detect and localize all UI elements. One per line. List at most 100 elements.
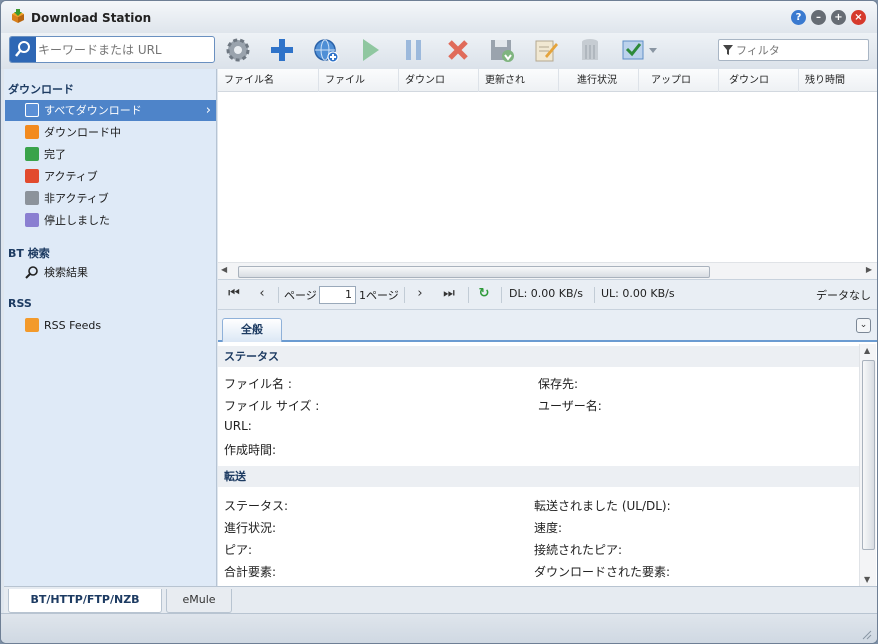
col-progress[interactable]: 進行状況	[559, 69, 639, 92]
downloaded-pieces-label: ダウンロードされた要素:	[534, 565, 671, 579]
details-panel: ステータス ファイル名 : 保存先: ファイル サイズ : ユーザー名: URL…	[218, 344, 859, 586]
col-filesize[interactable]: ファイル	[319, 69, 399, 92]
scrollbar-thumb[interactable]	[238, 266, 710, 278]
transfer-status-label: ステータス:	[224, 499, 289, 513]
connected-peers-label: 接続されたピア:	[534, 543, 623, 557]
sidebar-item-completed[interactable]: 完了	[5, 144, 216, 165]
scroll-right-icon[interactable]: ▶	[866, 265, 872, 274]
chevron-right-icon: ›	[205, 103, 211, 118]
minimize-icon[interactable]: –	[811, 10, 826, 25]
col-updated[interactable]: 更新され	[479, 69, 559, 92]
add-icon[interactable]	[267, 35, 297, 65]
scrollbar-thumb[interactable]	[862, 360, 875, 550]
sidebar-item-active[interactable]: アクティブ	[5, 166, 216, 187]
list-icon	[25, 103, 39, 117]
search-input[interactable]	[38, 40, 208, 59]
pause-icon[interactable]	[399, 35, 429, 65]
vertical-scrollbar[interactable]: ▲ ▼	[859, 344, 876, 586]
sidebar-item-label: 検索結果	[44, 266, 88, 279]
url-label: URL:	[224, 419, 252, 433]
magnifier-icon	[25, 266, 38, 279]
sidebar-item-inactive[interactable]: 非アクティブ	[5, 188, 216, 209]
username-label: ユーザー名:	[538, 399, 602, 413]
status-bar	[1, 613, 877, 643]
total-pages-label: 1ページ	[359, 289, 399, 302]
filter-funnel-icon	[723, 45, 733, 55]
destination-label: 保存先:	[538, 377, 579, 391]
maximize-icon[interactable]: +	[831, 10, 846, 25]
sidebar-item-label: RSS Feeds	[44, 319, 102, 332]
page-label: ページ	[284, 289, 317, 302]
collapse-panel-icon[interactable]: ⌄	[856, 318, 871, 333]
upload-speed-label: UL: 0.00 KB/s	[601, 287, 675, 300]
sidebar-item-downloading[interactable]: ダウンロード中	[5, 122, 216, 143]
first-page-icon[interactable]: ⏮	[225, 285, 243, 303]
download-speed-label: DL: 0.00 KB/s	[509, 287, 583, 300]
filesize-label: ファイル サイズ :	[224, 399, 320, 413]
help-icon[interactable]: ?	[791, 10, 806, 25]
filter-box[interactable]	[718, 39, 869, 61]
title-bar: Download Station ? – + ×	[1, 1, 877, 33]
search-box[interactable]	[9, 36, 215, 63]
download-station-window: Download Station ? – + × ダウンロード すべ	[0, 0, 878, 644]
scroll-left-icon[interactable]: ◀	[221, 265, 227, 274]
total-pieces-label: 合計要素:	[224, 565, 277, 579]
next-page-icon[interactable]: ›	[411, 285, 429, 303]
sidebar: ダウンロード すべてダウンロード › ダウンロード中 完了 アクティブ 非アクテ…	[4, 69, 217, 586]
check-icon	[25, 147, 39, 161]
sidebar-item-label: 停止しました	[44, 214, 110, 227]
download-section-header: ダウンロード	[8, 83, 74, 96]
refresh-icon[interactable]: ↻	[475, 285, 493, 303]
sidebar-item-paused[interactable]: 停止しました	[5, 210, 216, 231]
filter-input[interactable]	[736, 42, 864, 58]
resize-grip-icon[interactable]	[862, 630, 872, 640]
sidebar-item-label: すべてダウンロード	[44, 104, 142, 117]
speed-label: 速度:	[534, 521, 563, 535]
download-icon	[25, 125, 39, 139]
sidebar-item-rss-feeds[interactable]: RSS Feeds	[5, 315, 216, 336]
search-icon[interactable]	[10, 37, 36, 62]
clear-completed-icon[interactable]	[575, 35, 605, 65]
window-title: Download Station	[31, 11, 152, 25]
resume-play-icon[interactable]	[355, 35, 385, 65]
sidebar-item-label: 非アクティブ	[44, 192, 109, 205]
col-upload[interactable]: アップロ	[639, 69, 719, 92]
download-station-icon	[12, 9, 24, 23]
close-icon[interactable]: ×	[851, 10, 866, 25]
col-filename[interactable]: ファイル名	[218, 69, 319, 92]
edit-icon[interactable]	[531, 35, 561, 65]
inactive-icon	[25, 191, 39, 205]
delete-icon[interactable]	[443, 35, 473, 65]
scroll-up-icon[interactable]: ▲	[864, 346, 870, 355]
horizontal-scrollbar[interactable]: ◀ ▶	[218, 262, 877, 279]
col-downloaded[interactable]: ダウンロ	[399, 69, 479, 92]
sidebar-item-label: ダウンロード中	[44, 126, 121, 139]
tab-emule[interactable]: eMule	[166, 589, 232, 613]
bt-search-section-header: BT 検索	[8, 247, 50, 260]
tab-bt-http-ftp-nzb[interactable]: BT/HTTP/FTP/NZB	[8, 589, 162, 613]
active-icon	[25, 169, 39, 183]
add-url-globe-icon[interactable]	[311, 35, 341, 65]
scroll-down-icon[interactable]: ▼	[864, 575, 870, 584]
peers-label: ピア:	[224, 543, 253, 557]
col-time-left[interactable]: 残り時間	[799, 69, 877, 92]
sidebar-item-search-results[interactable]: 検索結果	[5, 262, 216, 283]
sidebar-item-all-downloads[interactable]: すべてダウンロード ›	[5, 100, 216, 121]
transfer-progress-label: 進行状況:	[224, 521, 277, 535]
tab-general[interactable]: 全般	[222, 318, 282, 342]
select-dropdown-icon[interactable]	[619, 35, 661, 65]
last-page-icon[interactable]: ⏭	[440, 285, 458, 303]
status-section-header: ステータス	[218, 346, 859, 367]
details-tabs: 全般 ⌄	[218, 310, 877, 342]
page-number-input[interactable]: 1	[319, 286, 356, 304]
col-download-speed[interactable]: ダウンロ	[719, 69, 799, 92]
toolbar	[1, 33, 877, 69]
no-data-label: データなし	[816, 289, 871, 302]
bottom-tabs: BT/HTTP/FTP/NZB eMule	[4, 586, 877, 613]
settings-gear-icon[interactable]	[223, 35, 253, 65]
filename-label: ファイル名 :	[224, 377, 292, 391]
pause-icon	[25, 213, 39, 227]
prev-page-icon[interactable]: ‹	[253, 285, 271, 303]
rss-icon	[25, 318, 39, 332]
save-to-disk-icon[interactable]	[487, 35, 517, 65]
